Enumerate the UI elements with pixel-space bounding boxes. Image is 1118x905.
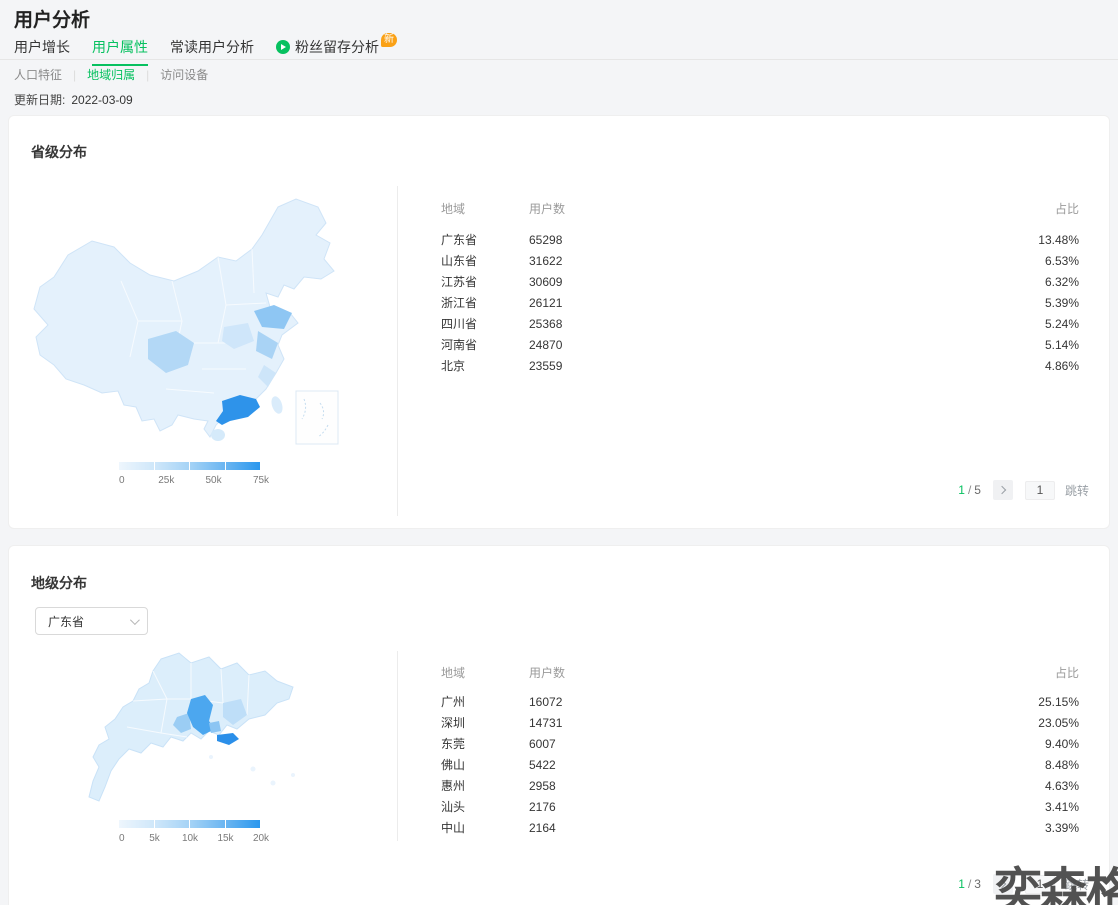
table-row: 惠州29584.63%: [441, 775, 1079, 796]
tab-user-attributes[interactable]: 用户属性: [92, 37, 148, 66]
table-row: 汕头21763.41%: [441, 796, 1079, 817]
table-row: 江苏省306096.32%: [441, 271, 1079, 292]
table-row: 东莞60079.40%: [441, 733, 1079, 754]
table-row: 山东省316226.53%: [441, 250, 1079, 271]
sub-tabs: 人口特征 | 地域归属 | 访问设备: [14, 66, 208, 83]
page-jump-input[interactable]: [1025, 481, 1055, 500]
table-header: 地域 用户数 占比: [441, 201, 1079, 215]
subtab-separator: |: [146, 68, 149, 82]
tab-fan-retention[interactable]: 粉丝留存分析 新: [276, 37, 397, 64]
current-page: 1: [958, 877, 965, 891]
update-date-value: 2022-03-09: [71, 93, 132, 107]
legend-tick: 10k: [182, 833, 198, 844]
islands: [209, 755, 295, 786]
legend-tick: 75k: [253, 475, 269, 486]
subtab-separator: |: [73, 68, 76, 82]
map-region-taiwan: [269, 395, 284, 415]
legend-tick: 25k: [158, 475, 174, 486]
current-page: 1: [958, 483, 965, 497]
province-pagination: 1 / 5 跳转: [958, 480, 1089, 500]
table-row: 广东省6529813.48%: [441, 229, 1079, 250]
update-date-label: 更新日期:: [14, 93, 65, 107]
map-region-hainan: [211, 429, 225, 441]
table-row: 河南省248705.14%: [441, 334, 1079, 355]
table-row: 佛山54228.48%: [441, 754, 1079, 775]
map-city-dongguan: [209, 721, 221, 733]
legend-tick: 0: [119, 475, 125, 486]
update-date-row: 更新日期: 2022-03-09: [14, 91, 133, 108]
panel-divider: [397, 651, 398, 841]
subtab-region[interactable]: 地域归属: [87, 66, 135, 83]
main-tabs: 用户增长 用户属性 常读用户分析 粉丝留存分析 新: [14, 37, 419, 66]
guangdong-choropleth-map[interactable]: [41, 647, 371, 822]
legend-tick: 50k: [206, 475, 222, 486]
legend-tick: 20k: [253, 833, 269, 844]
panel-divider: [397, 186, 398, 516]
new-badge: 新: [381, 33, 397, 47]
province-section-title: 省级分布: [31, 142, 87, 162]
watermark-text: 奕森格: [994, 851, 1118, 905]
user-analysis-page: 用户分析 用户增长 用户属性 常读用户分析 粉丝留存分析 新 人口特征 | 地域…: [0, 0, 1118, 905]
jump-label[interactable]: 跳转: [1065, 482, 1089, 499]
south-china-sea-inset: [296, 391, 338, 444]
page-title: 用户分析: [14, 5, 90, 32]
province-map-legend: 0 25k 50k 75k: [119, 462, 261, 470]
city-map-legend: 0 5k 10k 15k 20k: [119, 820, 261, 828]
legend-tick: 5k: [149, 833, 160, 844]
video-channel-icon: [276, 40, 290, 54]
table-row: 四川省253685.24%: [441, 313, 1079, 334]
table-header: 地域 用户数 占比: [441, 665, 1079, 679]
tab-user-growth[interactable]: 用户增长: [14, 37, 70, 64]
province-distribution-card: 省级分布: [8, 115, 1110, 529]
legend-tick: 0: [119, 833, 125, 844]
subtab-demographics[interactable]: 人口特征: [14, 66, 62, 83]
city-distribution-card: 地级分布 广东省: [8, 545, 1110, 905]
legend-tick: 15k: [217, 833, 233, 844]
total-pages: 5: [974, 483, 981, 497]
map-city-shenzhen: [217, 733, 239, 745]
chevron-down-icon: [130, 615, 140, 625]
table-row: 北京235594.86%: [441, 355, 1079, 376]
table-row: 中山21643.39%: [441, 817, 1079, 838]
chevron-right-icon: [998, 486, 1006, 494]
next-page-button[interactable]: [993, 480, 1013, 500]
province-select-value: 广东省: [48, 613, 84, 630]
table-row: 深圳1473123.05%: [441, 712, 1079, 733]
province-select[interactable]: 广东省: [35, 607, 148, 635]
subtab-devices[interactable]: 访问设备: [160, 66, 208, 83]
city-section-title: 地级分布: [31, 573, 87, 593]
table-row: 广州1607225.15%: [441, 691, 1079, 712]
tab-frequent-readers[interactable]: 常读用户分析: [170, 37, 254, 64]
china-choropleth-map[interactable]: [26, 193, 376, 448]
table-row: 浙江省261215.39%: [441, 292, 1079, 313]
total-pages: 3: [974, 877, 981, 891]
